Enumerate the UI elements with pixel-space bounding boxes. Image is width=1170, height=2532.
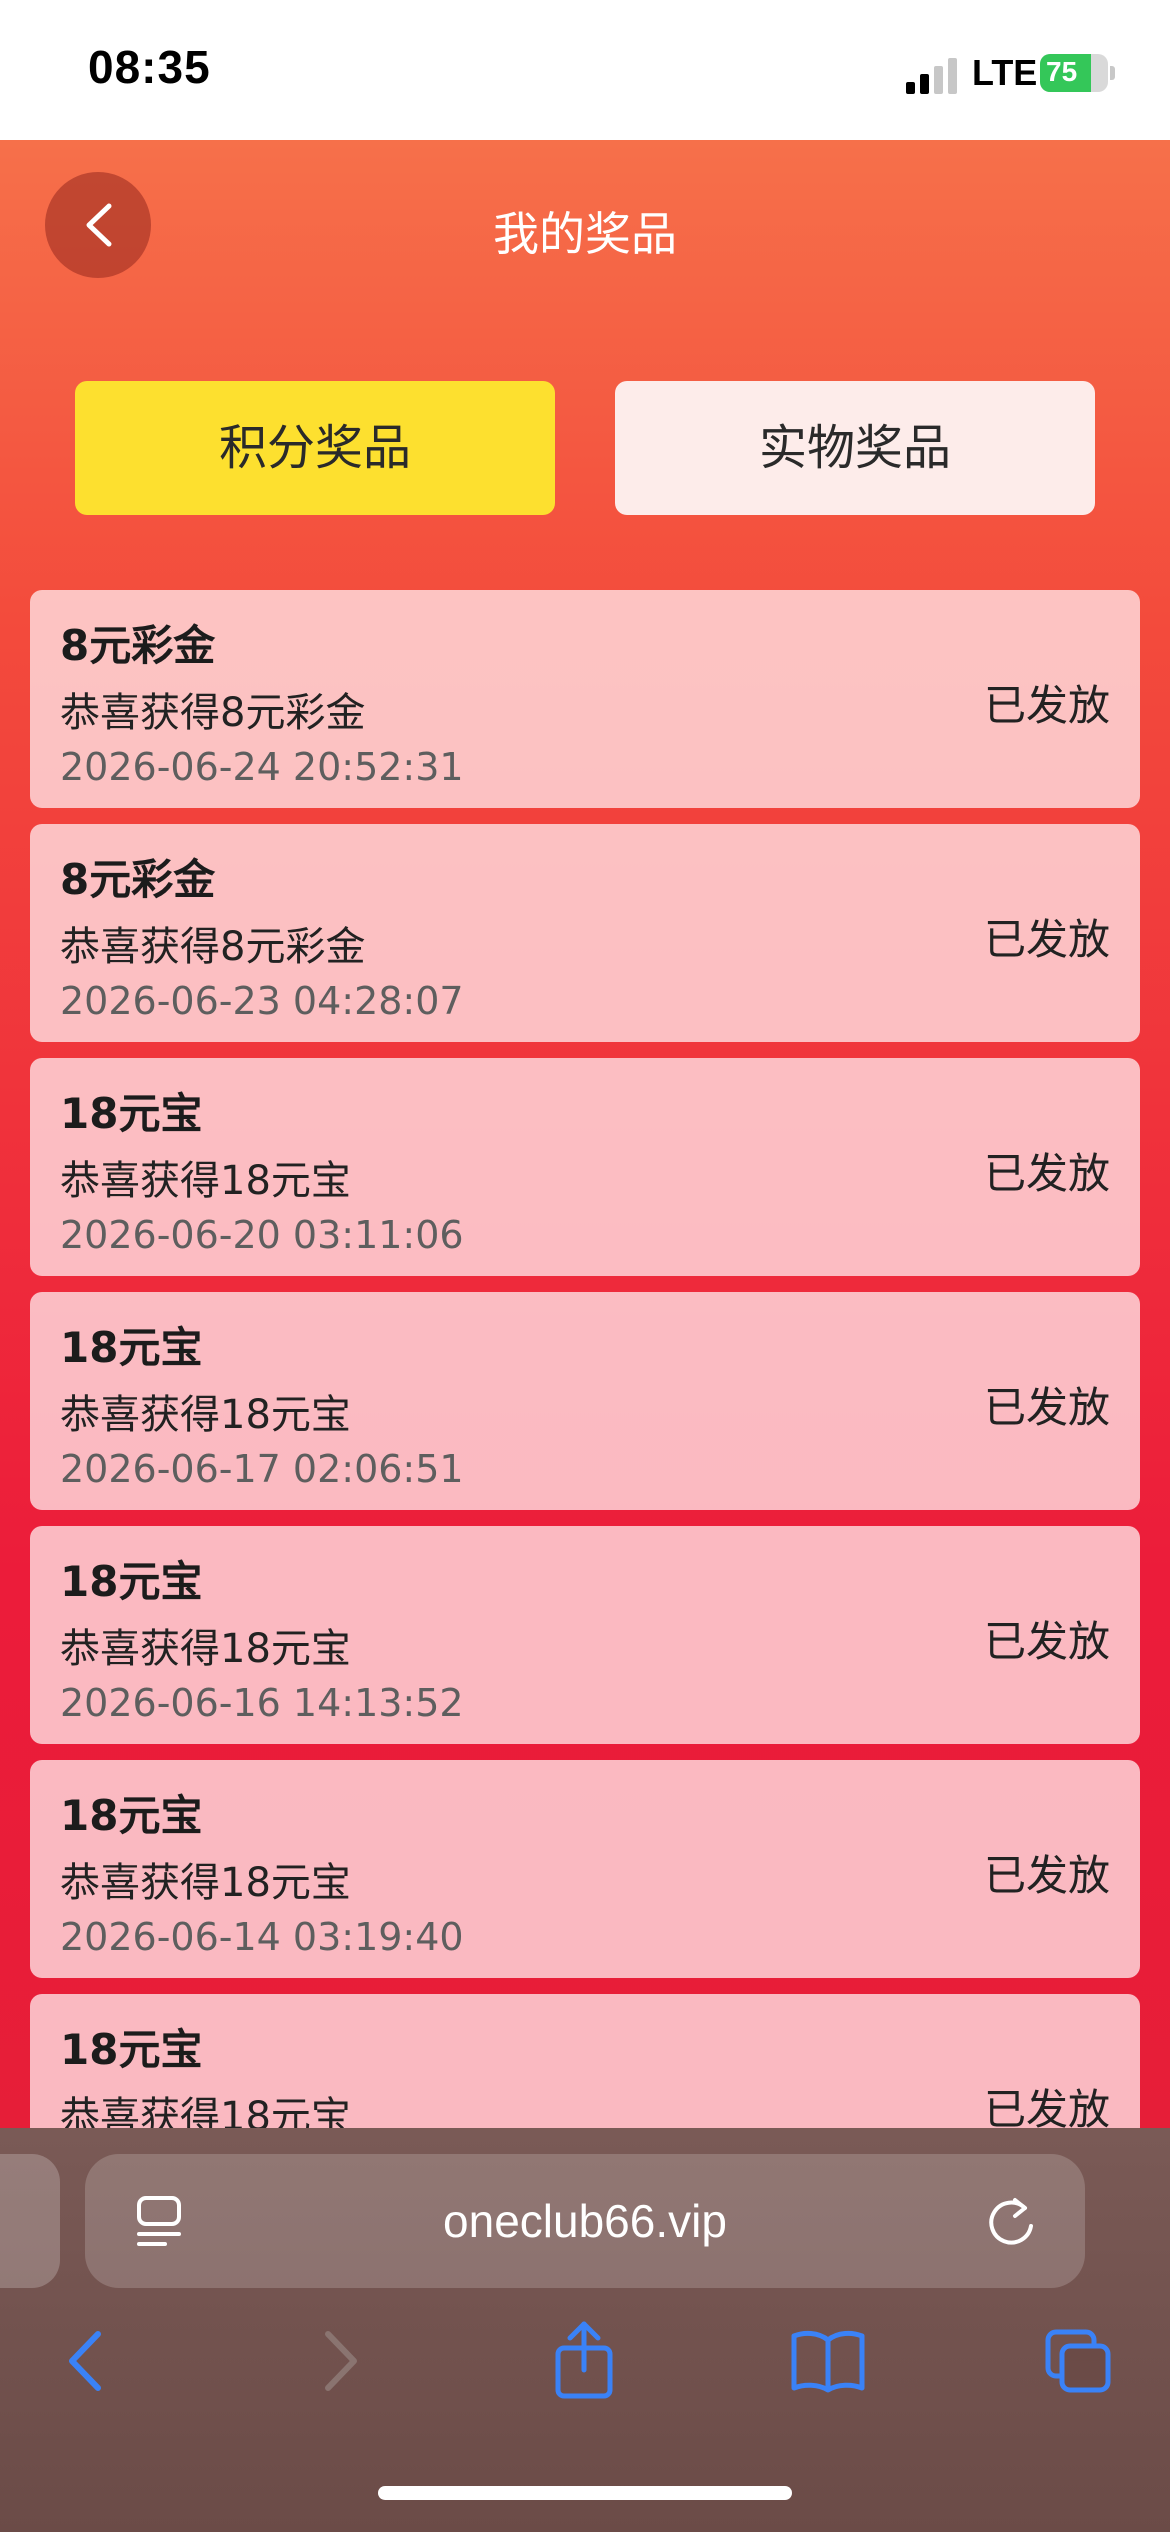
tab-physical-prizes[interactable]: 实物奖品: [615, 381, 1095, 515]
battery-cap: [1110, 66, 1115, 80]
nav-forward-icon[interactable]: [318, 2328, 362, 2394]
network-type: LTE: [972, 52, 1038, 93]
address-bar[interactable]: oneclub66.vip: [85, 2154, 1085, 2288]
share-icon[interactable]: [552, 2320, 616, 2400]
nav-back-icon[interactable]: [64, 2328, 108, 2394]
prize-title: 18元宝: [60, 1791, 203, 1840]
prize-card[interactable]: 18元宝 恭喜获得18元宝 2026-06-17 02:06:51 已发放: [30, 1292, 1140, 1510]
signal-icon: [906, 54, 958, 94]
tab-points-prizes[interactable]: 积分奖品: [75, 381, 555, 515]
prize-time: 2026-06-24 20:52:31: [60, 745, 464, 789]
prize-list: 8元彩金 恭喜获得8元彩金 2026-06-24 20:52:31 已发放 8元…: [30, 590, 1140, 2228]
prize-title: 18元宝: [60, 1089, 203, 1138]
prize-status: 已发放: [983, 915, 1110, 964]
prize-title: 18元宝: [60, 1323, 203, 1372]
battery-percent: 75: [1046, 56, 1078, 87]
prize-time: 2026-06-17 02:06:51: [60, 1447, 464, 1491]
prize-card[interactable]: 8元彩金 恭喜获得8元彩金 2026-06-24 20:52:31 已发放: [30, 590, 1140, 808]
prize-time: 2026-06-16 14:13:52: [60, 1681, 464, 1725]
home-indicator: [378, 2486, 792, 2500]
prize-status: 已发放: [983, 1617, 1110, 1666]
prize-title: 18元宝: [60, 1557, 203, 1606]
prize-status: 已发放: [983, 681, 1110, 730]
prize-card[interactable]: 8元彩金 恭喜获得8元彩金 2026-06-23 04:28:07 已发放: [30, 824, 1140, 1042]
prize-card[interactable]: 18元宝 恭喜获得18元宝 2026-06-16 14:13:52 已发放: [30, 1526, 1140, 1744]
prize-status: 已发放: [983, 1383, 1110, 1432]
prize-description: 恭喜获得8元彩金: [60, 690, 366, 736]
bookmarks-icon[interactable]: [790, 2328, 866, 2394]
tabs-icon[interactable]: [1044, 2328, 1114, 2394]
prize-title: 8元彩金: [60, 621, 216, 670]
prize-time: 2026-06-20 03:11:06: [60, 1213, 464, 1257]
prize-card[interactable]: 18元宝 恭喜获得18元宝 2026-06-14 03:19:40 已发放: [30, 1760, 1140, 1978]
battery-icon: 75: [1040, 54, 1108, 92]
prize-description: 恭喜获得18元宝: [60, 1860, 351, 1906]
prize-description: 恭喜获得18元宝: [60, 1392, 351, 1438]
prize-status: 已发放: [983, 1851, 1110, 1900]
status-time: 08:35: [88, 41, 211, 93]
reload-icon[interactable]: [985, 2194, 1037, 2250]
prize-time: 2026-06-23 04:28:07: [60, 979, 464, 1023]
prize-status: 已发放: [983, 1149, 1110, 1198]
url-text: oneclub66.vip: [443, 2195, 727, 2247]
prize-description: 恭喜获得8元彩金: [60, 924, 366, 970]
prize-title: 18元宝: [60, 2025, 203, 2074]
status-bar: 08:35 LTE 75: [0, 0, 1170, 140]
previous-tab-preview[interactable]: [0, 2154, 60, 2288]
prize-card[interactable]: 18元宝 恭喜获得18元宝 2026-06-20 03:11:06 已发放: [30, 1058, 1140, 1276]
prize-title: 8元彩金: [60, 855, 216, 904]
page-title: 我的奖品: [493, 207, 677, 261]
browser-toolbar: oneclub66.vip: [0, 2128, 1170, 2532]
prize-description: 恭喜获得18元宝: [60, 1158, 351, 1204]
prize-time: 2026-06-14 03:19:40: [60, 1915, 464, 1959]
prize-description: 恭喜获得18元宝: [60, 1626, 351, 1672]
